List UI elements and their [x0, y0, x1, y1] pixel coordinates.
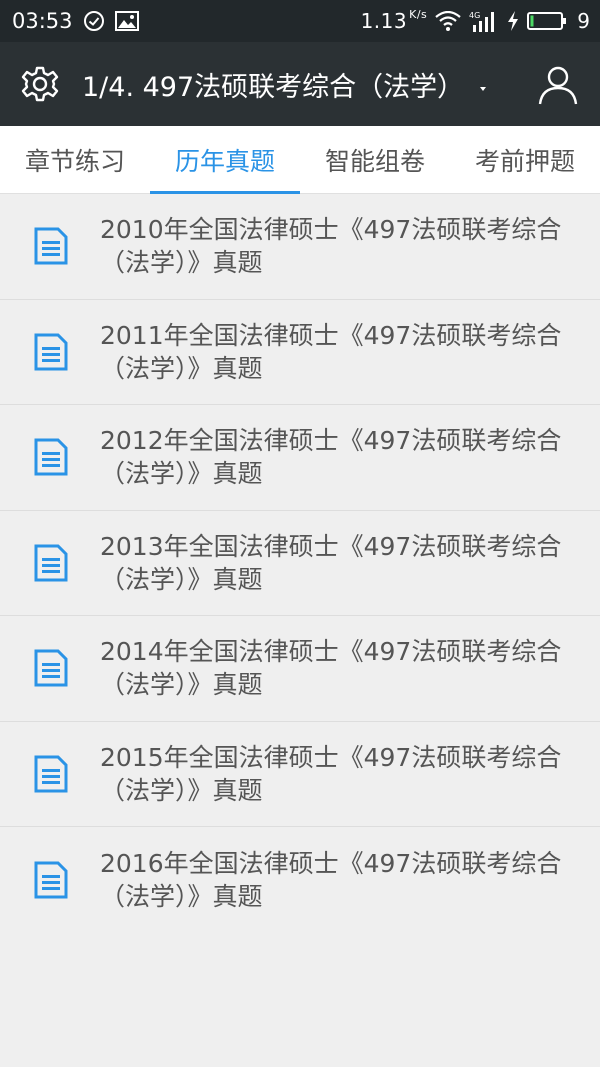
list-item[interactable]: 2010年全国法律硕士《497法硕联考综合（法学）》真题: [0, 194, 600, 300]
list-item-title: 2011年全国法律硕士《497法硕联考综合（法学）》真题: [100, 320, 562, 383]
app-bar: 1/4. 497法硕联考综合（法学）: [0, 42, 600, 126]
document-icon: [30, 754, 70, 794]
tab-chapter-practice[interactable]: 章节练习: [0, 126, 150, 193]
cellular-signal-icon: 4G: [469, 10, 499, 32]
tab-pre-exam-predictions[interactable]: 考前押题: [450, 126, 600, 193]
list-item-title: 2015年全国法律硕士《497法硕联考综合（法学）》真题: [100, 742, 562, 805]
list-item[interactable]: 2013年全国法律硕士《497法硕联考综合（法学）》真题: [0, 511, 600, 616]
charging-bolt-icon: [507, 11, 519, 31]
list-item-title: 2010年全国法律硕士《497法硕联考综合（法学）》真题: [100, 215, 562, 278]
network-speed-value: 1.13: [360, 9, 408, 33]
document-icon: [30, 332, 70, 372]
check-circle-icon: [83, 10, 105, 32]
network-speed-unit: K/s: [409, 8, 428, 21]
caret-down-icon[interactable]: [478, 79, 488, 91]
list-item[interactable]: 2011年全国法律硕士《497法硕联考综合（法学）》真题: [0, 300, 600, 405]
tab-bar: 章节练习 历年真题 智能组卷 考前押题: [0, 126, 600, 194]
status-bar: 03:53 1.13 K/s 4G 9: [0, 0, 600, 42]
document-icon: [30, 437, 70, 477]
battery-icon: [527, 11, 567, 31]
document-icon: [30, 648, 70, 688]
list-item-title: 2013年全国法律硕士《497法硕联考综合（法学）》真题: [100, 531, 562, 594]
list-item-title: 2016年全国法律硕士《497法硕联考综合（法学）》真题: [100, 848, 562, 911]
gear-icon[interactable]: [20, 64, 60, 104]
exam-list: 2010年全国法律硕士《497法硕联考综合（法学）》真题 2011年全国法律硕士…: [0, 194, 600, 933]
image-icon: [114, 11, 139, 31]
user-icon[interactable]: [536, 62, 580, 106]
document-icon: [30, 543, 70, 583]
network-speed: 1.13 K/s: [361, 9, 428, 33]
signal-type-label: 4G: [469, 11, 480, 20]
list-item-title: 2014年全国法律硕士《497法硕联考综合（法学）》真题: [100, 637, 562, 700]
list-item[interactable]: 2016年全国法律硕士《497法硕联考综合（法学）》真题: [0, 827, 600, 933]
document-icon: [30, 226, 70, 266]
tab-past-exams[interactable]: 历年真题: [150, 126, 300, 194]
list-item-title: 2012年全国法律硕士《497法硕联考综合（法学）》真题: [100, 426, 562, 489]
status-time: 03:53: [12, 9, 73, 33]
document-icon: [30, 860, 70, 900]
list-item[interactable]: 2012年全国法律硕士《497法硕联考综合（法学）》真题: [0, 405, 600, 511]
list-item[interactable]: 2015年全国法律硕士《497法硕联考综合（法学）》真题: [0, 722, 600, 827]
battery-level: 9: [577, 9, 590, 33]
tab-smart-paper[interactable]: 智能组卷: [300, 126, 450, 193]
app-title[interactable]: 1/4. 497法硕联考综合（法学）: [82, 65, 464, 104]
wifi-icon: [435, 11, 461, 31]
list-item[interactable]: 2014年全国法律硕士《497法硕联考综合（法学）》真题: [0, 616, 600, 722]
